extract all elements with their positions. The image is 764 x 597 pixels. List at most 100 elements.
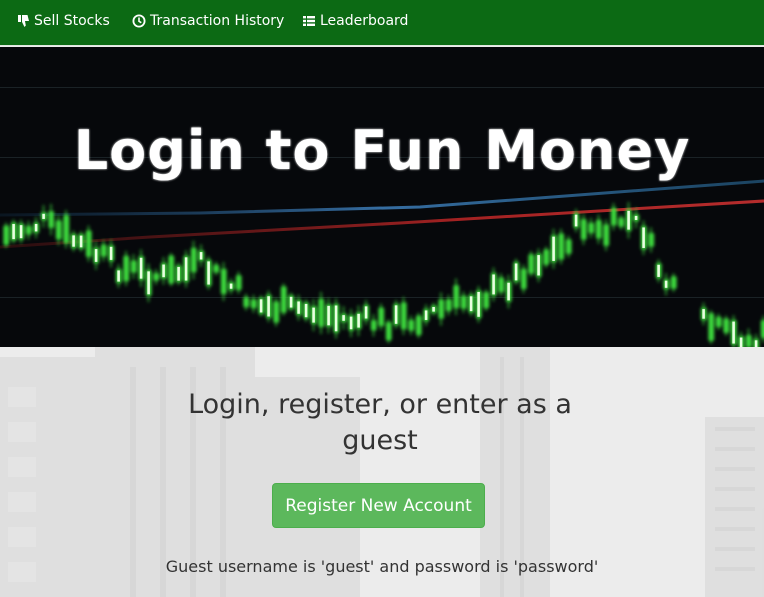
- candle-highlight: [117, 270, 120, 282]
- candle-highlight: [312, 307, 315, 323]
- candle-body: [153, 273, 160, 281]
- candle-body: [715, 316, 722, 328]
- candle-body: [415, 315, 422, 336]
- candle-highlight: [432, 306, 435, 312]
- candle-body: [648, 232, 655, 247]
- candle-body: [528, 254, 535, 274]
- candle-body: [745, 334, 752, 347]
- nav-label: Leaderboard: [320, 13, 409, 29]
- candle-body: [273, 301, 280, 323]
- candle-body: [220, 268, 227, 295]
- candle-highlight: [537, 255, 540, 276]
- hero-title: Login to Fun Money: [73, 119, 691, 182]
- candle-highlight: [259, 299, 263, 313]
- candle-highlight: [702, 309, 705, 319]
- candle-highlight: [507, 282, 510, 301]
- candle-highlight: [469, 296, 473, 312]
- candle-body: [603, 224, 610, 246]
- candle-body: [670, 276, 677, 289]
- candle-highlight: [109, 246, 113, 260]
- candle-highlight: [267, 296, 270, 317]
- candle-highlight: [297, 301, 300, 314]
- thumbs-down-icon: [16, 14, 30, 28]
- candle-highlight: [424, 310, 428, 320]
- candle-highlight: [477, 291, 480, 317]
- candle-body: [100, 244, 107, 257]
- login-section: Login, register, or enter as a guest Reg…: [0, 347, 764, 597]
- stock-chart-background: [0, 47, 764, 347]
- candle-body: [130, 260, 137, 273]
- candle-body: [250, 299, 257, 309]
- candle-highlight: [657, 264, 660, 277]
- candle-highlight: [42, 213, 45, 219]
- candle-body: [520, 268, 527, 290]
- candle-highlight: [357, 313, 360, 328]
- candle-highlight: [19, 225, 23, 239]
- candle-highlight: [732, 321, 735, 344]
- candle-highlight: [664, 280, 668, 288]
- candle-highlight: [754, 340, 758, 347]
- nav-label: Transaction History: [150, 13, 285, 29]
- candle-highlight: [94, 249, 98, 262]
- nav-transaction-history[interactable]: Transaction History: [132, 0, 284, 42]
- candle-highlight: [184, 257, 188, 281]
- candle-highlight: [634, 215, 638, 220]
- candle-highlight: [327, 305, 330, 326]
- candle-highlight: [139, 257, 143, 279]
- candle-body: [243, 297, 250, 308]
- candle-body: [445, 299, 452, 312]
- candle-highlight: [289, 296, 293, 308]
- candle-body: [610, 207, 617, 226]
- candle-body: [280, 286, 287, 313]
- candle-body: [595, 219, 602, 239]
- candle-body: [453, 285, 460, 309]
- clock-icon: [132, 14, 146, 28]
- candle-highlight: [229, 283, 233, 289]
- list-icon: [302, 14, 316, 28]
- candle-body: [318, 298, 325, 328]
- candle-highlight: [12, 223, 15, 240]
- candle-highlight: [642, 227, 645, 248]
- candle-body: [498, 277, 505, 293]
- login-heading: Login, register, or enter as a guest: [188, 389, 572, 456]
- candle-highlight: [162, 264, 165, 278]
- candle-body: [3, 225, 10, 246]
- register-new-account-button[interactable]: Register New Account: [272, 483, 485, 528]
- candle-highlight: [342, 315, 345, 321]
- nav-sell-stocks[interactable]: Sell Stocks: [16, 0, 110, 42]
- candle-highlight: [349, 316, 353, 330]
- candle-body: [55, 220, 62, 240]
- candle-highlight: [492, 274, 495, 295]
- candle-highlight: [79, 235, 83, 248]
- candle-highlight: [394, 305, 398, 324]
- candle-body: [708, 313, 715, 342]
- candle-body: [438, 299, 445, 319]
- candle-highlight: [207, 261, 210, 285]
- candle-body: [190, 247, 197, 273]
- candle-body: [483, 292, 490, 309]
- candle-body: [618, 217, 625, 227]
- candle-body: [460, 295, 467, 309]
- candle-highlight: [364, 306, 368, 319]
- candle-highlight: [199, 252, 203, 260]
- candle-body: [588, 222, 595, 234]
- candle-highlight: [574, 214, 578, 227]
- candle-body: [235, 275, 242, 291]
- candle-body: [63, 214, 70, 244]
- candle-body: [385, 321, 392, 341]
- hero-banner: Login to Fun Money: [0, 47, 764, 347]
- candle-body: [168, 255, 175, 284]
- guest-credentials-note: Guest username is 'guest' and password i…: [165, 557, 599, 576]
- candle-body: [378, 307, 385, 327]
- candle-body: [400, 302, 407, 330]
- candle-body: [580, 219, 587, 240]
- candle-body: [370, 320, 377, 331]
- candle-highlight: [34, 223, 38, 232]
- top-navbar: Sell Stocks Transaction History Leaderbo…: [0, 0, 764, 46]
- candle-body: [123, 255, 130, 282]
- candle-body: [48, 211, 55, 229]
- candle-highlight: [627, 210, 630, 230]
- candle-body: [213, 264, 220, 273]
- nav-leaderboard[interactable]: Leaderboard: [302, 0, 408, 42]
- candle-highlight: [147, 271, 150, 295]
